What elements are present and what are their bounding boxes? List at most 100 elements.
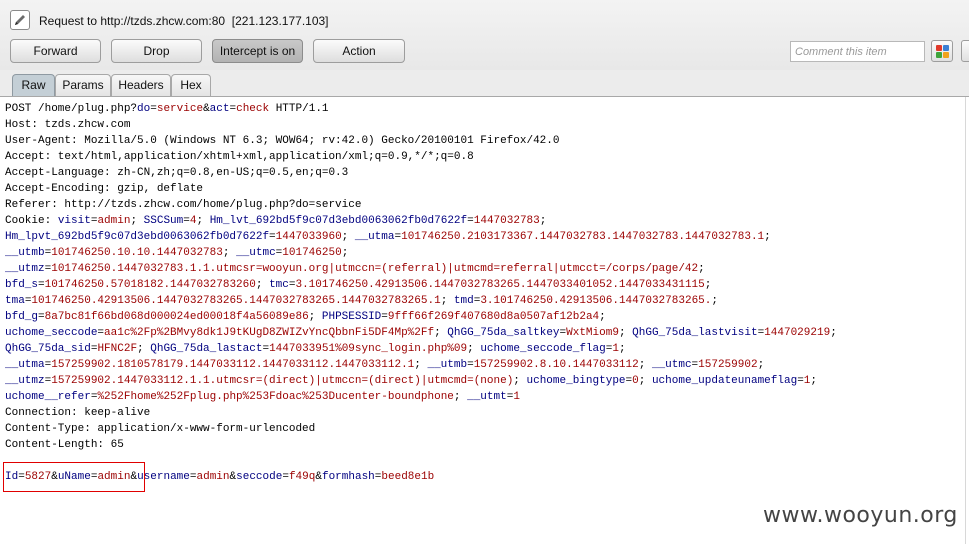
param-value: f49q <box>288 471 316 483</box>
param-name: uchome__refer <box>5 391 91 403</box>
highlight-annotation-box <box>3 462 145 492</box>
request-text: Cookie: <box>5 215 58 227</box>
request-text: = <box>797 375 804 387</box>
request-line: Accept-Language: zh-CN,zh;q=0.8,en-US;q=… <box>5 165 965 181</box>
request-text: ; <box>618 343 626 355</box>
param-name: SSCSum <box>143 215 184 227</box>
tab-params[interactable]: Params <box>55 74 111 96</box>
param-value: 1447029219 <box>764 327 831 339</box>
param-name: QhGG_75da_saltkey <box>447 327 560 339</box>
editor-scrollbar-edge <box>965 97 966 544</box>
request-line: Accept-Encoding: gzip, deflate <box>5 181 965 197</box>
request-text: ; <box>599 311 606 323</box>
param-name: QhGG_75da_lastact <box>150 343 263 355</box>
param-name: __utma <box>354 231 395 243</box>
request-text: = <box>150 103 157 115</box>
param-name: visit <box>57 215 91 227</box>
param-value: 101746250.2103173367.1447032783.14470327… <box>401 231 765 243</box>
request-text: ; <box>513 375 527 387</box>
request-text: POST /home/plug.php? <box>5 103 138 115</box>
request-text: = <box>183 215 190 227</box>
request-text: Accept-Encoding: gzip, deflate <box>5 183 204 195</box>
param-value: %252Fhome%252Fplug.php%253Fdoac%253Ducen… <box>97 391 454 403</box>
request-line: Content-Length: 65 <box>5 437 965 453</box>
param-value: service <box>156 103 204 115</box>
param-value: 3.101746250.42913506.1447032783265. <box>480 295 712 307</box>
request-text: Content-Type: application/x-www-form-url… <box>5 423 316 435</box>
param-value: check <box>236 103 270 115</box>
request-text: = <box>467 215 474 227</box>
param-value: 101746250.42913506.1447032783265.1447032… <box>31 295 441 307</box>
request-line: POST /home/plug.php?do=service&act=check… <box>5 101 965 117</box>
param-value: 1447032783 <box>473 215 540 227</box>
param-name: __utmz <box>5 375 45 387</box>
param-value: 157259902.1447033112.1.1.utmcsr=(direct)… <box>51 375 514 387</box>
param-name: formhash <box>321 471 375 483</box>
param-name: Hm_lvt_692bd5f9c07d3ebd0063062fb0d7622f <box>209 215 468 227</box>
param-name: act <box>209 103 230 115</box>
param-name: __utmb <box>427 359 468 371</box>
request-text: & <box>315 471 322 483</box>
param-value: 157259902.1810578179.1447033112.14470331… <box>51 359 415 371</box>
request-text: ; <box>467 343 481 355</box>
request-text: ; <box>196 215 210 227</box>
param-name: bfd_g <box>5 311 39 323</box>
tab-headers[interactable]: Headers <box>111 74 171 96</box>
request-line: __utmz = 157259902.1447033112.1.1.utmcsr=(… <box>5 373 965 389</box>
request-text: Accept-Language: zh-CN,zh;q=0.8,en-US;q=… <box>5 167 349 179</box>
param-name: uchome_updateunameflag <box>651 375 798 387</box>
request-text: Connection: keep-alive <box>5 407 151 419</box>
param-value: 157259902 <box>698 359 758 371</box>
request-text: ; <box>638 359 652 371</box>
intercept-toggle-button[interactable]: Intercept is on <box>212 39 303 63</box>
request-line: Id=5827&uName=admin&username=admin&secco… <box>5 469 965 485</box>
param-name: tma <box>5 295 25 307</box>
request-line: Referer: http://tzds.zhcw.com/home/plug.… <box>5 197 965 213</box>
tab-divider <box>0 96 969 97</box>
request-text: ; <box>341 231 355 243</box>
request-line: __utma = 157259902.1810578179.1447033112.1… <box>5 357 965 373</box>
request-line: __utmb=101746250.10.10.1447032783; __utm… <box>5 245 965 261</box>
request-text: ; <box>638 375 652 387</box>
request-target-title: Request to http://tzds.zhcw.com:80 [221.… <box>39 14 329 28</box>
request-text: ; <box>414 359 428 371</box>
param-name: Hm_lpvt_692bd5f9c07d3ebd0063062fb0d7622f <box>5 231 270 243</box>
action-button[interactable]: Action <box>313 39 405 63</box>
request-text: ; <box>539 215 547 227</box>
request-header-bar: Request to http://tzds.zhcw.com:80 [221.… <box>0 0 969 70</box>
forward-button[interactable]: Forward <box>10 39 101 63</box>
tab-raw[interactable]: Raw <box>12 74 55 96</box>
request-text: Host: tzds.zhcw.com <box>5 119 131 131</box>
highlight-color-icon[interactable] <box>931 40 953 62</box>
request-text: User-Agent: Mozilla/5.0 (Windows NT 6.3;… <box>5 135 560 147</box>
request-text: & <box>203 103 210 115</box>
request-text: = <box>269 231 276 243</box>
param-value: HFNC2F <box>97 343 138 355</box>
options-button[interactable] <box>961 40 969 62</box>
param-value: 8a7bc81f66bd068d000024ed00018f4a56089e86 <box>44 311 309 323</box>
param-value: 101746250.1447032783.1.1.utmcsr=wooyun.o… <box>51 263 699 275</box>
request-line: uchome__refer=%252Fhome%252Fplug.php%253… <box>5 389 965 405</box>
param-value: 3.101746250.42913506.1447032783265.14470… <box>295 279 705 291</box>
param-name: do <box>137 103 151 115</box>
param-name: seccode <box>236 471 283 483</box>
param-name: uchome_seccode_flag <box>480 343 606 355</box>
request-text: ; <box>130 215 144 227</box>
raw-request-editor[interactable]: POST /home/plug.php?do=service&act=check… <box>5 101 965 485</box>
comment-input[interactable] <box>790 41 925 62</box>
request-text: ; <box>341 247 349 259</box>
param-name: __utmz <box>5 263 45 275</box>
request-text: ; <box>434 327 448 339</box>
request-line: bfd_s=101746250.57018182.1447032783260; … <box>5 277 965 293</box>
request-text: ; <box>618 327 633 339</box>
request-text: ; <box>308 311 322 323</box>
param-name: uchome_bingtype <box>526 375 626 387</box>
request-text: = <box>467 359 474 371</box>
drop-button[interactable]: Drop <box>111 39 202 63</box>
param-name: PHPSESSID <box>321 311 382 323</box>
tab-hex[interactable]: Hex <box>171 74 211 96</box>
param-value: 0 <box>632 375 639 387</box>
request-text: ; <box>810 375 818 387</box>
param-name: tmd <box>453 295 474 307</box>
request-text: ; <box>222 247 237 259</box>
